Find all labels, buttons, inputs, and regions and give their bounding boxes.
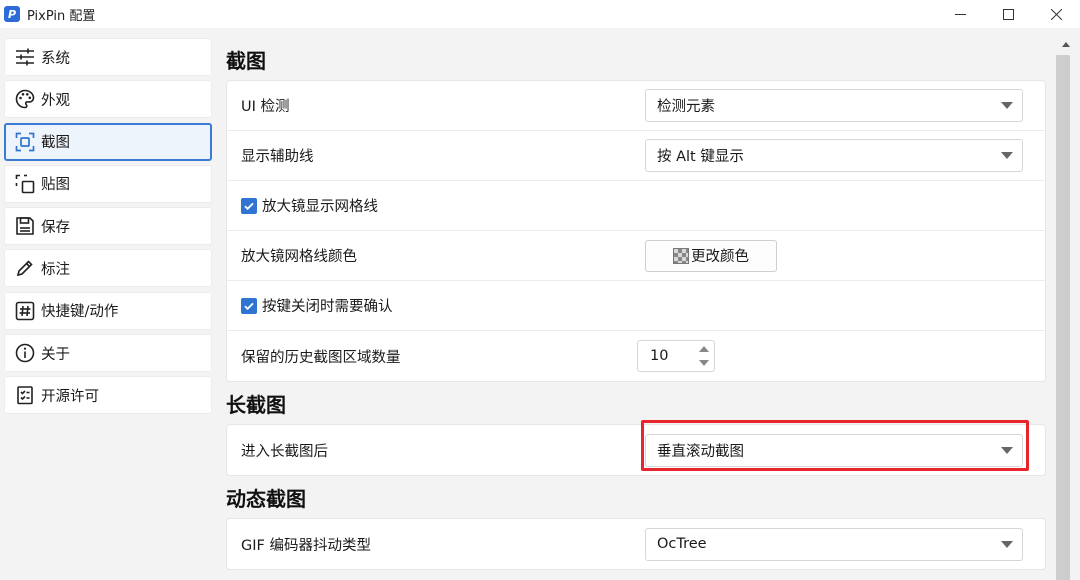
scroll-up-icon[interactable] xyxy=(1062,42,1070,47)
checkmark-icon xyxy=(244,302,254,310)
screenshot-icon xyxy=(14,131,36,153)
sidebar-item-system[interactable]: 系统 xyxy=(4,38,212,76)
license-icon xyxy=(14,384,36,406)
sidebar-item-label: 关于 xyxy=(41,346,70,363)
setting-row-magnifier-grid: 放大镜显示网格线 xyxy=(227,181,1045,231)
change-color-button[interactable]: 更改颜色 xyxy=(645,239,777,272)
gif-settings-card: GIF 编码器抖动类型 OcTree xyxy=(226,518,1046,570)
close-icon xyxy=(1050,8,1062,20)
pen-icon xyxy=(14,257,36,279)
sidebar-item-label: 快捷键/动作 xyxy=(41,304,119,321)
stepper-up-icon[interactable] xyxy=(699,346,709,352)
screenshot-settings-card: UI 检测 检测元素 显示辅助线 按 Alt 键显示 放大镜显示网格线 放大镜网… xyxy=(226,80,1046,382)
sidebar-item-appearance[interactable]: 外观 xyxy=(4,80,212,119)
save-icon xyxy=(14,215,36,237)
setting-row-gif-dither: GIF 编码器抖动类型 OcTree xyxy=(227,519,1045,569)
setting-row-ui-detect: UI 检测 检测元素 xyxy=(227,81,1045,131)
scrollbar-thumb[interactable] xyxy=(1056,55,1070,580)
pixpin-logo-icon: P xyxy=(4,6,20,22)
guide-lines-select[interactable]: 按 Alt 键显示 xyxy=(645,139,1023,172)
chevron-down-icon xyxy=(1001,446,1013,454)
vertical-scrollbar[interactable] xyxy=(1054,28,1080,580)
confirm-close-checkbox[interactable] xyxy=(241,297,257,314)
long-screenshot-mode-select[interactable]: 垂直滚动截图 xyxy=(645,433,1023,467)
sidebar-item-about[interactable]: 关于 xyxy=(4,334,212,373)
ui-detect-label: UI 检测 xyxy=(241,99,290,115)
setting-row-grid-color: 放大镜网格线颜色 更改颜色 xyxy=(227,231,1045,281)
stepper-arrows xyxy=(698,344,710,368)
setting-row-confirm-close: 按键关闭时需要确认 xyxy=(227,281,1045,331)
section-title-gif: 动态截图 xyxy=(226,486,306,511)
sidebar-item-label: 系统 xyxy=(41,50,70,67)
gif-dither-label: GIF 编码器抖动类型 xyxy=(241,537,371,554)
pin-image-icon xyxy=(14,173,36,195)
sidebar-item-license[interactable]: 开源许可 xyxy=(4,376,212,415)
guide-lines-value: 按 Alt 键显示 xyxy=(657,149,744,165)
gif-dither-value: OcTree xyxy=(657,536,707,552)
magnifier-grid-checkbox[interactable] xyxy=(241,197,257,214)
sidebar-item-screenshot[interactable]: 截图 xyxy=(4,122,212,161)
chevron-down-icon xyxy=(1001,102,1013,109)
ui-detect-select[interactable]: 检测元素 xyxy=(645,89,1023,122)
settings-sidebar: 系统 外观 截图 贴图 保存 标注 快捷键/动作 关于 开源许可 xyxy=(4,38,212,419)
sidebar-item-pin[interactable]: 贴图 xyxy=(4,164,212,203)
info-icon xyxy=(14,342,36,364)
ui-detect-value: 检测元素 xyxy=(657,99,715,115)
title-bar: P PixPin 配置 xyxy=(0,0,1080,28)
change-color-button-label: 更改颜色 xyxy=(691,249,749,265)
palette-icon xyxy=(14,88,36,110)
sidebar-item-label: 外观 xyxy=(41,92,70,109)
grid-color-label: 放大镜网格线颜色 xyxy=(241,249,357,265)
history-count-value: 10 xyxy=(650,348,669,364)
checkmark-icon xyxy=(244,202,254,210)
sidebar-item-label: 贴图 xyxy=(41,177,70,194)
sidebar-item-label: 标注 xyxy=(41,261,70,278)
sliders-icon xyxy=(14,46,36,68)
minimize-icon xyxy=(954,13,966,15)
minimize-button[interactable] xyxy=(936,0,984,28)
maximize-button[interactable] xyxy=(984,0,1032,28)
window-title: PixPin 配置 xyxy=(27,8,96,24)
sidebar-item-label: 截图 xyxy=(41,135,70,152)
sidebar-item-annotate[interactable]: 标注 xyxy=(4,249,212,288)
chevron-down-icon xyxy=(1001,152,1013,159)
setting-row-after-enter: 进入长截图后 垂直滚动截图 xyxy=(227,420,1045,475)
setting-row-guide-lines: 显示辅助线 按 Alt 键显示 xyxy=(227,131,1045,181)
section-title-screenshot: 截图 xyxy=(226,48,266,73)
long-screenshot-settings-card: 进入长截图后 垂直滚动截图 xyxy=(226,420,1046,476)
confirm-close-label[interactable]: 按键关闭时需要确认 xyxy=(262,295,393,316)
after-enter-label: 进入长截图后 xyxy=(241,443,328,460)
maximize-icon xyxy=(1002,8,1014,20)
setting-row-history-count: 保留的历史截图区域数量 10 xyxy=(227,331,1045,381)
settings-content: 截图 UI 检测 检测元素 显示辅助线 按 Alt 键显示 放大镜显示网格线 放… xyxy=(226,38,1046,570)
close-button[interactable] xyxy=(1032,0,1080,28)
stepper-down-icon[interactable] xyxy=(699,360,709,366)
section-title-long-screenshot: 长截图 xyxy=(226,392,286,417)
hash-key-icon xyxy=(14,300,36,322)
long-screenshot-mode-value: 垂直滚动截图 xyxy=(657,443,744,460)
window-controls xyxy=(936,0,1080,28)
sidebar-item-label: 保存 xyxy=(41,219,70,236)
guide-lines-label: 显示辅助线 xyxy=(241,149,314,165)
color-swatch-icon xyxy=(673,247,689,264)
chevron-down-icon xyxy=(1001,540,1013,548)
history-count-label: 保留的历史截图区域数量 xyxy=(241,349,401,366)
sidebar-item-label: 开源许可 xyxy=(41,388,99,405)
sidebar-item-save[interactable]: 保存 xyxy=(4,207,212,246)
history-count-stepper[interactable]: 10 xyxy=(637,340,715,372)
sidebar-item-shortcuts[interactable]: 快捷键/动作 xyxy=(4,291,212,330)
gif-dither-select[interactable]: OcTree xyxy=(645,527,1023,561)
magnifier-grid-label[interactable]: 放大镜显示网格线 xyxy=(262,195,378,216)
